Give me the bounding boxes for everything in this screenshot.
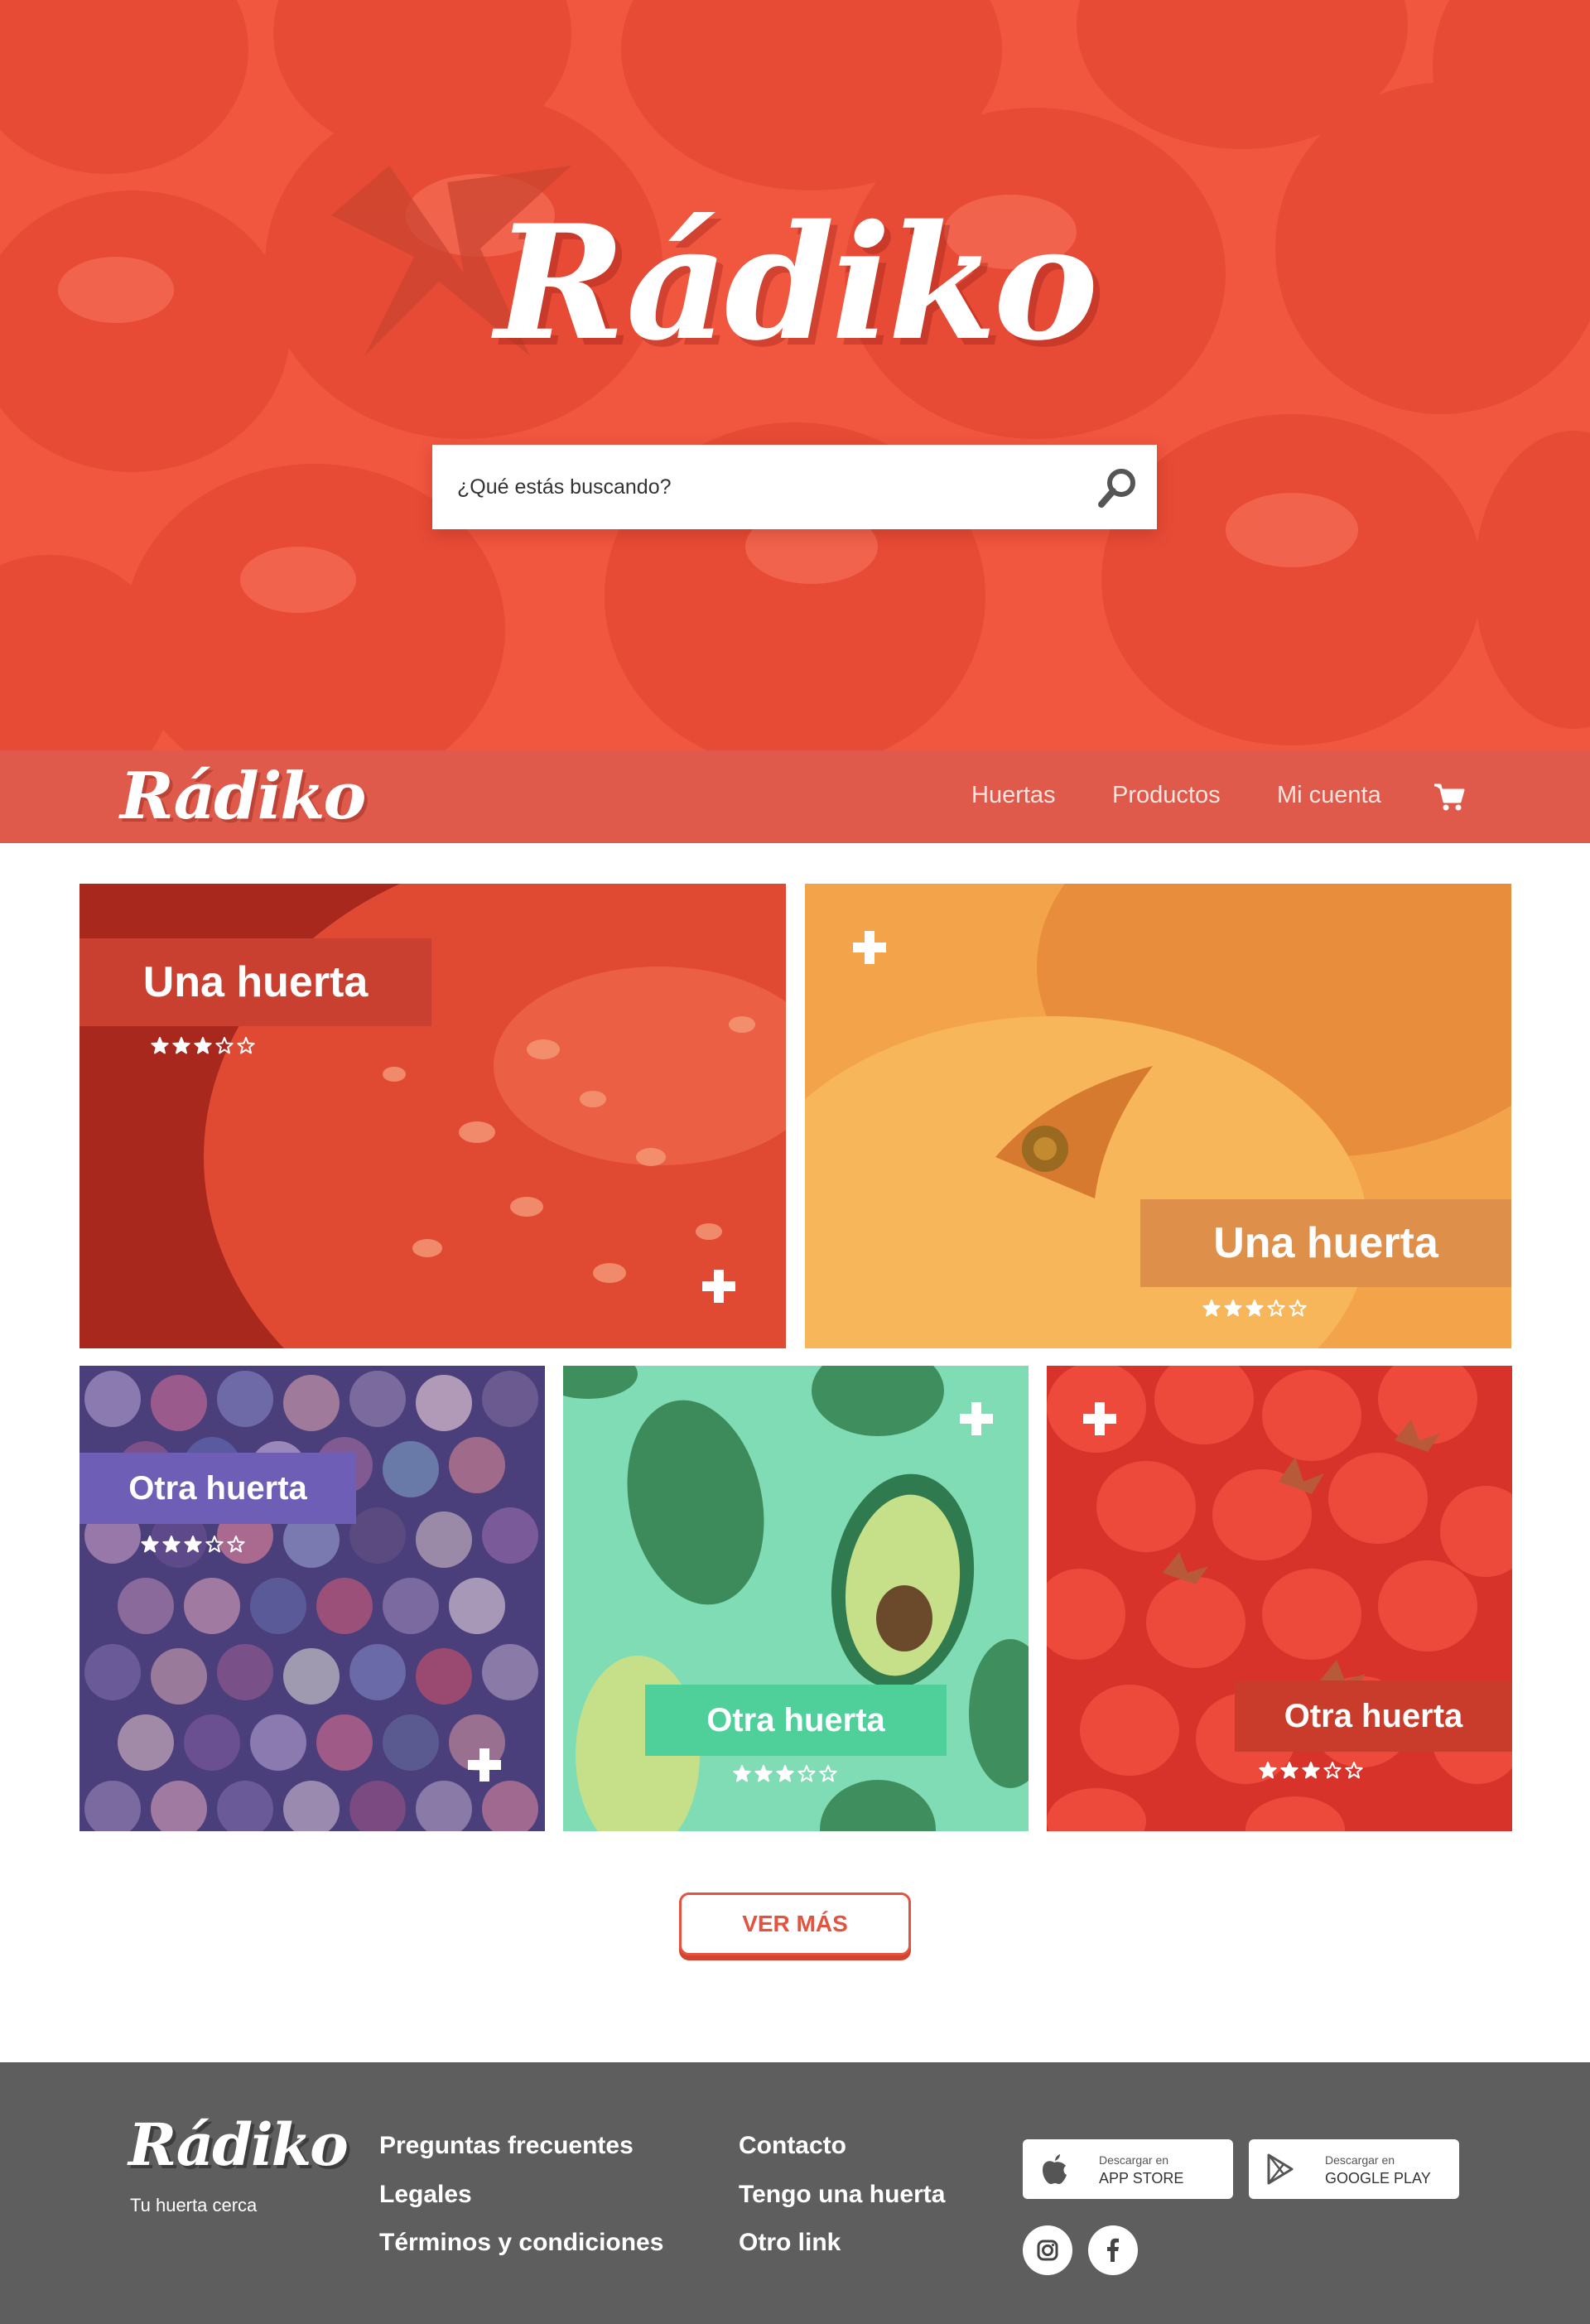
nav-link-productos[interactable]: Productos bbox=[1112, 782, 1221, 809]
star-filled-icon bbox=[172, 1037, 190, 1054]
star-filled-icon bbox=[776, 1765, 794, 1782]
play-store-icon bbox=[1267, 2153, 1294, 2185]
rating-stars bbox=[151, 1037, 255, 1055]
star-filled-icon bbox=[184, 1536, 202, 1553]
garden-card-title: Una huerta bbox=[80, 938, 431, 1026]
star-empty-icon bbox=[237, 1037, 255, 1054]
star-empty-icon bbox=[227, 1536, 245, 1553]
garden-card-title: Otra huerta bbox=[645, 1685, 947, 1756]
facebook-icon bbox=[1107, 2238, 1119, 2262]
garden-card[interactable]: Una huerta bbox=[80, 884, 786, 1348]
store-caption: Descargar en bbox=[1325, 2153, 1395, 2167]
garden-card-title: Una huerta bbox=[1140, 1199, 1511, 1287]
star-filled-icon bbox=[754, 1765, 773, 1782]
star-empty-icon bbox=[1267, 1299, 1285, 1317]
instagram-icon bbox=[1037, 2240, 1058, 2261]
garden-card[interactable]: Otra huerta bbox=[80, 1366, 545, 1831]
star-filled-icon bbox=[141, 1536, 159, 1553]
footer-link-preguntas[interactable]: Preguntas frecuentes bbox=[379, 2132, 634, 2160]
plus-icon[interactable] bbox=[1082, 1401, 1118, 1437]
footer-link-contacto[interactable]: Contacto bbox=[739, 2132, 846, 2160]
footer-logo[interactable]: Rádiko bbox=[128, 2108, 349, 2182]
ver-mas-button[interactable]: VER MÁS bbox=[679, 1892, 911, 1955]
app-store-button[interactable]: Descargar en APP STORE bbox=[1023, 2139, 1233, 2199]
star-filled-icon bbox=[194, 1037, 212, 1054]
star-empty-icon bbox=[1323, 1762, 1342, 1779]
star-filled-icon bbox=[1259, 1762, 1277, 1779]
garden-card[interactable]: Otra huerta bbox=[563, 1366, 1029, 1831]
hero-logo: Rádiko bbox=[494, 190, 1099, 375]
search-icon[interactable] bbox=[1095, 465, 1141, 511]
star-filled-icon bbox=[1302, 1762, 1320, 1779]
star-filled-icon bbox=[1202, 1299, 1221, 1317]
star-filled-icon bbox=[151, 1037, 169, 1054]
plus-icon[interactable] bbox=[701, 1268, 737, 1304]
tomatoes-background-image bbox=[0, 0, 1590, 750]
instagram-button[interactable] bbox=[1023, 2225, 1072, 2275]
footer-link-tengo-huerta[interactable]: Tengo una huerta bbox=[739, 2181, 945, 2209]
star-filled-icon bbox=[162, 1536, 181, 1553]
apple-icon bbox=[1043, 2154, 1067, 2184]
google-play-button[interactable]: Descargar en GOOGLE PLAY bbox=[1249, 2139, 1459, 2199]
star-empty-icon bbox=[215, 1037, 234, 1054]
garden-card-title: Otra huerta bbox=[80, 1453, 356, 1524]
store-name: GOOGLE PLAY bbox=[1325, 2170, 1431, 2187]
star-empty-icon bbox=[205, 1536, 224, 1553]
garden-card-title: Otra huerta bbox=[1235, 1680, 1512, 1752]
star-empty-icon bbox=[1289, 1299, 1307, 1317]
nav-link-huertas[interactable]: Huertas bbox=[971, 782, 1056, 809]
star-empty-icon bbox=[797, 1765, 816, 1782]
star-empty-icon bbox=[1345, 1762, 1363, 1779]
search-input[interactable] bbox=[457, 445, 1086, 529]
store-name: APP STORE bbox=[1099, 2170, 1184, 2187]
rating-stars bbox=[1259, 1762, 1363, 1780]
star-filled-icon bbox=[733, 1765, 751, 1782]
plus-icon[interactable] bbox=[851, 929, 888, 966]
navbar-logo[interactable]: Rádiko bbox=[120, 759, 366, 835]
footer-link-otro[interactable]: Otro link bbox=[739, 2229, 841, 2257]
footer: Rádiko Tu huerta cerca Preguntas frecuen… bbox=[0, 2062, 1590, 2324]
rating-stars bbox=[733, 1765, 837, 1783]
garden-card[interactable]: Otra huerta bbox=[1047, 1366, 1512, 1831]
star-empty-icon bbox=[819, 1765, 837, 1782]
footer-tagline: Tu huerta cerca bbox=[130, 2195, 258, 2216]
footer-link-legales[interactable]: Legales bbox=[379, 2181, 472, 2209]
top-navbar: Rádiko Huertas Productos Mi cuenta bbox=[0, 750, 1590, 843]
nav-link-mi-cuenta[interactable]: Mi cuenta bbox=[1277, 782, 1381, 809]
facebook-button[interactable] bbox=[1088, 2225, 1138, 2275]
cart-icon[interactable] bbox=[1433, 782, 1466, 812]
hero-banner: Rádiko bbox=[0, 0, 1590, 750]
plus-icon[interactable] bbox=[466, 1747, 503, 1783]
plus-icon[interactable] bbox=[958, 1401, 995, 1437]
store-caption: Descargar en bbox=[1099, 2153, 1169, 2167]
star-filled-icon bbox=[1224, 1299, 1242, 1317]
star-filled-icon bbox=[1246, 1299, 1264, 1317]
footer-link-terminos[interactable]: Términos y condiciones bbox=[379, 2229, 663, 2257]
rating-stars bbox=[141, 1536, 245, 1554]
rating-stars bbox=[1202, 1299, 1307, 1318]
star-filled-icon bbox=[1280, 1762, 1298, 1779]
garden-card[interactable]: Una huerta bbox=[805, 884, 1511, 1348]
search-bar bbox=[432, 445, 1157, 529]
